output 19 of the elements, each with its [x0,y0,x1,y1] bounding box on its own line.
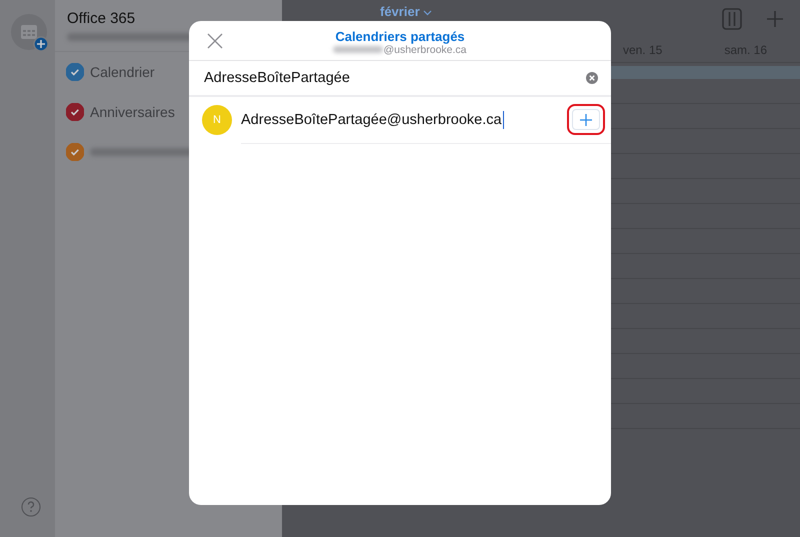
calendar-name: Anniversaires [90,104,175,120]
calendar-checkbox[interactable] [66,103,84,121]
blurred-text [333,46,384,53]
calendar-checkbox[interactable] [66,143,84,161]
calendar-name: Calendrier [90,64,155,80]
chevron-down-icon[interactable] [422,10,432,16]
avatar: N [202,105,232,135]
account-email: @usherbrooke.ca [383,44,467,56]
calendar-checkbox[interactable] [66,63,84,81]
plus-icon [580,114,592,126]
dialog-title: Calendriers partagés [335,28,465,44]
search-field[interactable]: AdresseBoîtePartagée [189,61,611,97]
columns-icon[interactable] [722,8,742,30]
help-icon[interactable] [20,497,40,517]
mailbox-address: AdresseBoîtePartagée@usherbrooke.ca [241,112,502,128]
account-name: Office 365 [67,10,136,27]
clear-icon[interactable] [586,72,598,84]
close-icon[interactable] [207,33,223,49]
add-button[interactable] [572,109,600,130]
